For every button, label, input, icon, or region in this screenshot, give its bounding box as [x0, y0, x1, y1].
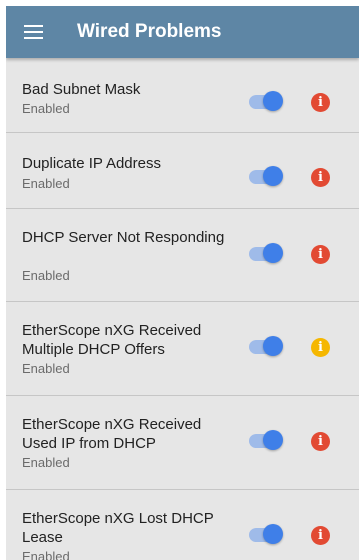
- info-icon[interactable]: i: [311, 526, 330, 545]
- problem-status: Enabled: [22, 361, 70, 376]
- info-icon[interactable]: i: [311, 245, 330, 264]
- page-title: Wired Problems: [77, 21, 222, 42]
- info-icon[interactable]: i: [311, 168, 330, 187]
- list-item[interactable]: EtherScope nXG Received Used IP from DHC…: [6, 396, 359, 490]
- enable-toggle[interactable]: [249, 91, 283, 113]
- problem-name: Bad Subnet Mask: [22, 81, 141, 98]
- list-item[interactable]: EtherScope nXG Received Multiple DHCP Of…: [6, 302, 359, 396]
- list-item[interactable]: Bad Subnet Mask Enabled i: [6, 58, 359, 133]
- problem-list: Bad Subnet Mask Enabled i Duplicate IP A…: [6, 58, 359, 560]
- problem-status: Enabled: [22, 101, 70, 116]
- problem-status: Enabled: [22, 455, 70, 470]
- problem-status: Enabled: [22, 549, 70, 560]
- problem-name: EtherScope nXG Received Multiple DHCP Of…: [22, 322, 202, 358]
- problem-status: Enabled: [22, 176, 70, 191]
- enable-toggle[interactable]: [249, 243, 283, 265]
- screen: Wired Problems Bad Subnet Mask Enabled i…: [6, 6, 359, 560]
- problem-name: Duplicate IP Address: [22, 155, 161, 172]
- list-item[interactable]: Duplicate IP Address Enabled i: [6, 133, 359, 209]
- problem-name: DHCP Server Not Responding: [22, 229, 225, 246]
- problem-name: EtherScope nXG Received Used IP from DHC…: [22, 416, 202, 452]
- enable-toggle[interactable]: [249, 336, 283, 358]
- problem-name: EtherScope nXG Lost DHCP Lease: [22, 510, 214, 546]
- hamburger-menu-icon[interactable]: [24, 25, 43, 39]
- enable-toggle[interactable]: [249, 524, 283, 546]
- problem-status: Enabled: [22, 268, 70, 283]
- enable-toggle[interactable]: [249, 166, 283, 188]
- enable-toggle[interactable]: [249, 430, 283, 452]
- info-icon[interactable]: i: [311, 338, 330, 357]
- list-item[interactable]: EtherScope nXG Lost DHCP Lease Enabled i: [6, 490, 359, 560]
- list-item[interactable]: DHCP Server Not Responding Enabled i: [6, 209, 359, 302]
- info-icon[interactable]: i: [311, 432, 330, 451]
- app-bar: Wired Problems: [6, 6, 359, 58]
- info-icon[interactable]: i: [311, 93, 330, 112]
